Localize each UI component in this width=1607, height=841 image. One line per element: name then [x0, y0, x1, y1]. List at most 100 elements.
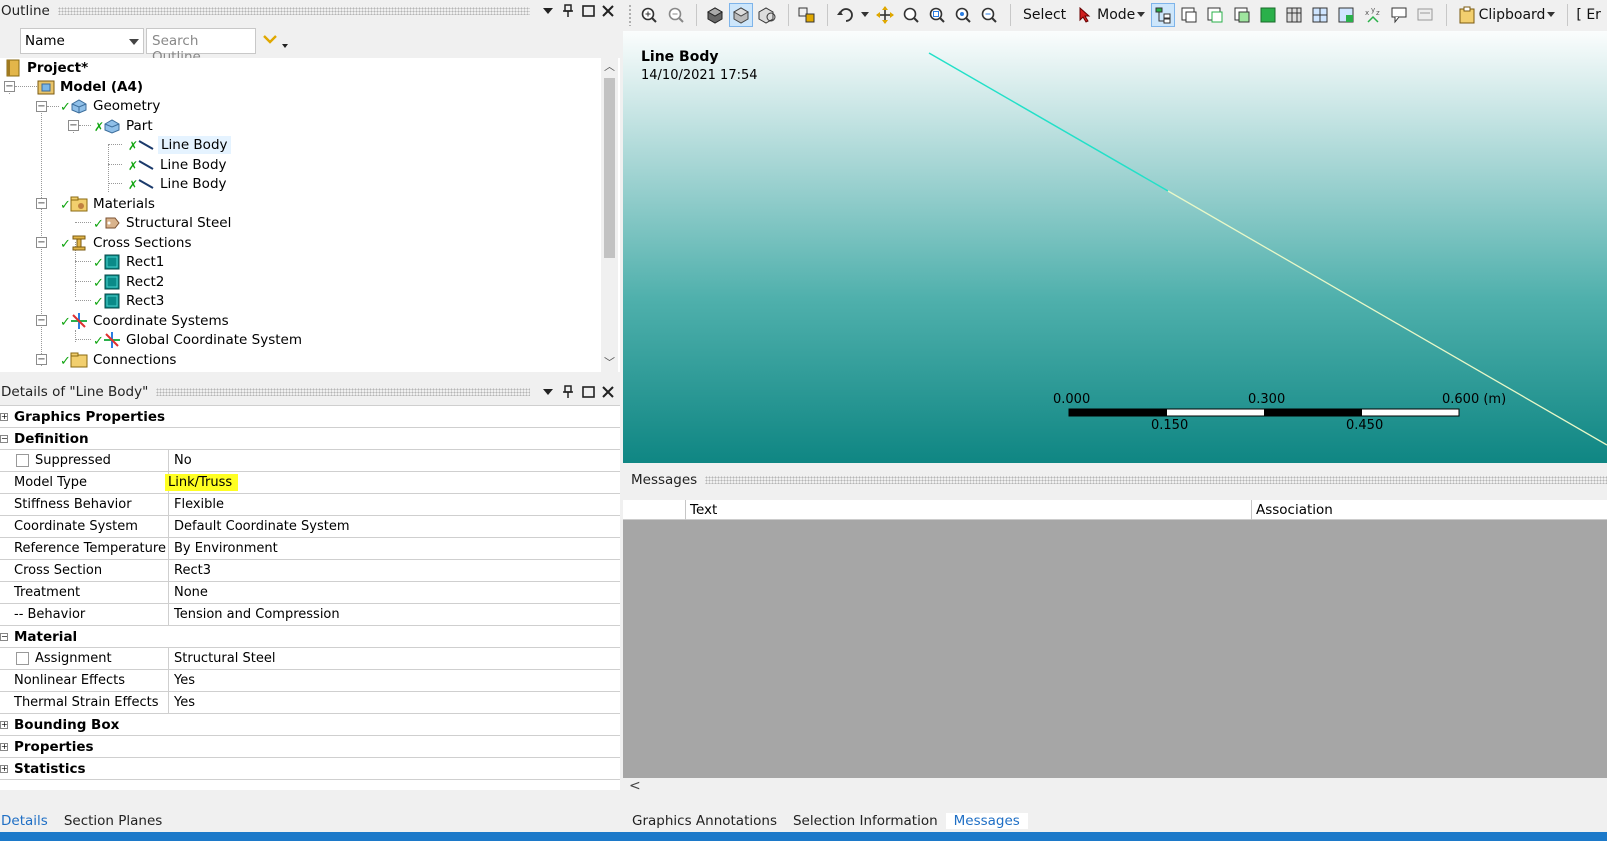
- coordinate-axes-icon[interactable]: xyz: [1361, 3, 1384, 27]
- prop-value[interactable]: Tension and Compression: [168, 603, 620, 626]
- prop-row-nonlinear-effects[interactable]: Nonlinear Effects Yes: [0, 669, 620, 692]
- scroll-down-icon[interactable]: ﹀: [604, 356, 615, 369]
- graphics-viewport[interactable]: Line Body 14/10/2021 17:54 0.000 0.300 0…: [623, 31, 1607, 463]
- prop-value[interactable]: By Environment: [168, 537, 620, 560]
- select-edge-icon[interactable]: [1204, 3, 1227, 27]
- expand-icon[interactable]: +: [0, 412, 8, 421]
- zoom-out-icon[interactable]: [664, 3, 687, 27]
- tree-item-global-coordinate-system[interactable]: ✓ Global Coordinate System: [93, 330, 304, 350]
- tree-item-line-body-3[interactable]: ✗ Line Body: [128, 174, 229, 194]
- zoom-to-fit-icon[interactable]: [952, 3, 975, 27]
- scroll-up-icon[interactable]: ︿: [604, 60, 615, 73]
- tree-item-line-body-2[interactable]: ✗ Line Body: [128, 155, 229, 175]
- outline-search-input[interactable]: Search Outline: [146, 28, 256, 65]
- tree-item-coordinate-systems[interactable]: ✓ Coordinate Systems: [60, 311, 231, 331]
- group-definition[interactable]: − Definition: [0, 428, 620, 450]
- tree-collapse-materials[interactable]: −: [36, 198, 47, 209]
- expand-icon[interactable]: +: [0, 720, 8, 729]
- clipboard-button[interactable]: Clipboard: [1459, 6, 1556, 24]
- collapse-icon[interactable]: −: [0, 434, 8, 443]
- dropdown-arrow-icon[interactable]: [538, 1, 558, 21]
- group-graphics-properties[interactable]: + Graphics Properties: [0, 406, 620, 428]
- toolbar-overflow-label[interactable]: [ Er: [1576, 7, 1601, 23]
- scroll-left-icon[interactable]: <: [629, 778, 641, 794]
- prop-row-assignment[interactable]: Assignment Structural Steel: [0, 647, 620, 670]
- tree-item-rect1[interactable]: ✓ Rect1: [93, 252, 166, 272]
- tab-selection-information[interactable]: Selection Information: [785, 813, 946, 829]
- show-edges-icon[interactable]: [756, 3, 779, 27]
- group-properties[interactable]: + Properties: [0, 736, 620, 758]
- column-text[interactable]: Text: [685, 500, 1251, 520]
- tree-expand-connections[interactable]: −: [36, 354, 47, 365]
- prop-value[interactable]: Rect3: [168, 559, 620, 582]
- select-node-icon[interactable]: [1282, 3, 1305, 27]
- tree-collapse-cross-sections[interactable]: −: [36, 237, 47, 248]
- tab-section-planes[interactable]: Section Planes: [56, 813, 171, 829]
- scrollbar-thumb[interactable]: [604, 78, 615, 258]
- rotate-dropdown-icon[interactable]: [860, 3, 870, 27]
- tree-collapse-model[interactable]: −: [4, 81, 15, 92]
- prop-value[interactable]: Link/Truss: [165, 471, 620, 494]
- mode-button[interactable]: Mode: [1078, 7, 1146, 23]
- tree-item-materials[interactable]: ✓ Materials: [60, 194, 157, 214]
- tree-collapse-part[interactable]: −: [68, 120, 79, 131]
- tree-item-connections[interactable]: ✓ Connections: [60, 350, 178, 370]
- prop-row-suppressed[interactable]: Suppressed No: [0, 449, 620, 472]
- magnifier-icon[interactable]: [978, 3, 1001, 27]
- tree-item-cross-sections[interactable]: ✓ Cross Sections: [60, 233, 194, 253]
- messages-hscrollbar[interactable]: <: [623, 778, 1607, 796]
- tree-item-structural-steel[interactable]: ✓ Structural Steel: [93, 213, 233, 233]
- maximize-icon[interactable]: [578, 1, 598, 21]
- zoom-icon[interactable]: [899, 3, 922, 27]
- prop-value[interactable]: Yes: [168, 691, 620, 714]
- pin-icon[interactable]: [558, 382, 578, 402]
- parameter-checkbox[interactable]: [16, 652, 29, 665]
- tab-messages[interactable]: Messages: [945, 813, 1028, 829]
- tree-item-model[interactable]: Model (A4): [37, 77, 145, 97]
- parameter-checkbox[interactable]: [16, 454, 29, 467]
- close-icon[interactable]: [598, 382, 618, 402]
- prop-row-thermal-strain[interactable]: Thermal Strain Effects Yes: [0, 691, 620, 714]
- prop-value[interactable]: No: [168, 449, 620, 472]
- prop-value[interactable]: Default Coordinate System: [168, 515, 620, 538]
- prop-row-cross-section[interactable]: Cross Section Rect3: [0, 559, 620, 582]
- select-face-icon[interactable]: [1230, 3, 1253, 27]
- select-element-face-icon[interactable]: [1309, 3, 1332, 27]
- pin-icon[interactable]: [558, 1, 578, 21]
- prop-value[interactable]: None: [168, 581, 620, 604]
- group-bounding-box[interactable]: + Bounding Box: [0, 714, 620, 736]
- group-material[interactable]: − Material: [0, 626, 620, 648]
- wireframe-icon[interactable]: [729, 3, 753, 27]
- prop-row-coordinate-system[interactable]: Coordinate System Default Coordinate Sys…: [0, 515, 620, 538]
- label-icon[interactable]: [1387, 3, 1410, 27]
- select-element-icon[interactable]: [1335, 3, 1358, 27]
- prop-value[interactable]: Yes: [168, 669, 620, 692]
- box-zoom-icon[interactable]: [925, 3, 948, 27]
- outline-filter-select[interactable]: Name: [20, 28, 144, 54]
- tree-collapse-coordinate-systems[interactable]: −: [36, 315, 47, 326]
- expand-icon[interactable]: +: [0, 742, 8, 751]
- pan-icon[interactable]: [873, 3, 896, 27]
- show-vertices-icon[interactable]: [795, 3, 818, 27]
- tree-item-rect3[interactable]: ✓ Rect3: [93, 291, 166, 311]
- prop-row-reference-temperature[interactable]: Reference Temperature By Environment: [0, 537, 620, 560]
- annotation-icon[interactable]: [1413, 3, 1436, 27]
- tree-item-part[interactable]: ✗ Part: [94, 116, 155, 136]
- tree-item-line-body-1[interactable]: ✗ Line Body: [128, 135, 231, 155]
- prop-row-treatment[interactable]: Treatment None: [0, 581, 620, 604]
- close-icon[interactable]: [598, 1, 618, 21]
- collapse-icon[interactable]: −: [0, 632, 8, 641]
- column-association[interactable]: Association: [1251, 500, 1607, 520]
- shaded-exterior-icon[interactable]: [703, 3, 726, 27]
- prop-row-behavior[interactable]: -- Behavior Tension and Compression: [0, 603, 620, 626]
- tree-item-geometry[interactable]: ✓ Geometry: [60, 96, 162, 116]
- filter-options-button[interactable]: [258, 28, 296, 54]
- tab-graphics-annotations[interactable]: Graphics Annotations: [623, 813, 785, 829]
- prop-value[interactable]: Flexible: [168, 493, 620, 516]
- prop-value[interactable]: Structural Steel: [168, 647, 620, 670]
- dropdown-arrow-icon[interactable]: [538, 382, 558, 402]
- tree-item-project[interactable]: Project*: [4, 58, 90, 78]
- expand-icon[interactable]: +: [0, 764, 8, 773]
- tree-collapse-geometry[interactable]: −: [36, 101, 47, 112]
- rotate-icon[interactable]: [834, 3, 857, 27]
